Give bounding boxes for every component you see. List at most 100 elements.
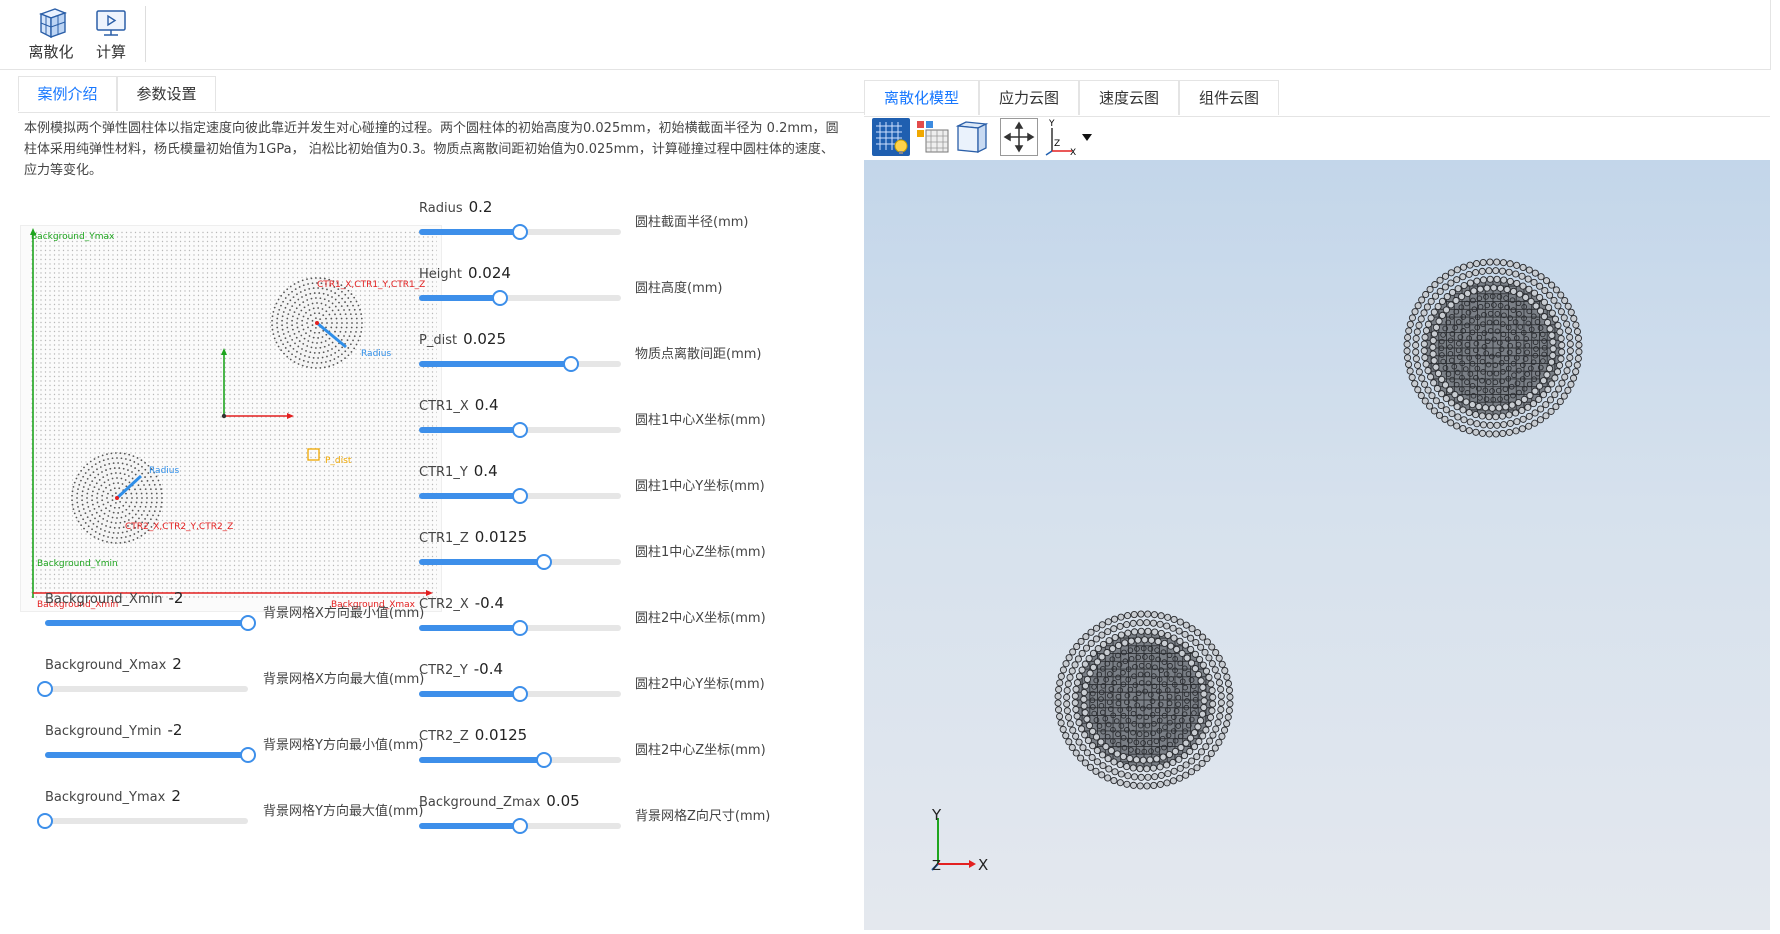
particle bbox=[1099, 762, 1107, 770]
box-view-icon[interactable] bbox=[952, 118, 990, 156]
slider-height[interactable] bbox=[419, 290, 621, 306]
particle bbox=[1068, 667, 1076, 675]
particle bbox=[1456, 395, 1464, 403]
tab-velocity-contour[interactable]: 速度云图 bbox=[1079, 80, 1179, 115]
param-value: -0.4 bbox=[473, 660, 504, 678]
particle-dot bbox=[340, 305, 343, 308]
slider-background-zmax[interactable] bbox=[419, 818, 621, 834]
particle bbox=[1197, 748, 1206, 756]
particle bbox=[1561, 373, 1569, 381]
slider-ctr2-x[interactable] bbox=[419, 620, 621, 636]
slider-fill bbox=[419, 229, 520, 235]
slider-ctr2-y[interactable] bbox=[419, 686, 621, 702]
particle bbox=[1059, 725, 1067, 733]
particle bbox=[1499, 259, 1508, 267]
slider-handle[interactable] bbox=[512, 818, 528, 834]
slider-radius[interactable] bbox=[419, 224, 621, 240]
slider-background-ymax[interactable] bbox=[37, 813, 248, 829]
particle-dot bbox=[305, 332, 307, 335]
particle bbox=[1525, 266, 1533, 274]
particle-dot bbox=[89, 533, 92, 536]
particle-dot bbox=[302, 328, 305, 331]
particle bbox=[1525, 422, 1533, 430]
particle bbox=[1129, 619, 1137, 627]
particle-dot bbox=[120, 516, 123, 519]
particle-dot bbox=[107, 536, 109, 538]
particle bbox=[1535, 395, 1543, 403]
particle-dot bbox=[310, 297, 313, 300]
slider-handle[interactable] bbox=[536, 554, 553, 570]
slider-ctr1-y[interactable] bbox=[419, 488, 621, 504]
slider-handle[interactable] bbox=[512, 686, 528, 702]
particle-dot bbox=[140, 501, 143, 504]
particle-dot bbox=[146, 514, 149, 517]
fit-view-icon[interactable] bbox=[1000, 118, 1038, 156]
compute-button[interactable]: 计算 bbox=[84, 4, 138, 64]
tab-param-settings[interactable]: 参数设置 bbox=[117, 76, 216, 111]
param-value: 2 bbox=[172, 655, 182, 673]
particle bbox=[1493, 421, 1501, 429]
particle-dot bbox=[346, 339, 349, 342]
particle-dot bbox=[157, 479, 160, 482]
grid-bulb-icon[interactable] bbox=[872, 118, 910, 156]
particle bbox=[1203, 638, 1211, 646]
particle bbox=[1110, 758, 1118, 766]
slider-handle[interactable] bbox=[512, 488, 528, 504]
left-tabbar: 案例介绍 参数设置 bbox=[18, 76, 864, 113]
slider-handle[interactable] bbox=[536, 752, 553, 768]
particle bbox=[1055, 706, 1063, 714]
particle-dot bbox=[109, 489, 112, 492]
particle bbox=[1157, 771, 1165, 779]
slider-background-xmax[interactable] bbox=[37, 681, 248, 697]
particle-dot bbox=[105, 507, 107, 510]
tab-stress-contour[interactable]: 应力云图 bbox=[979, 80, 1079, 115]
tab-case-intro[interactable]: 案例介绍 bbox=[18, 76, 117, 111]
tab-component-contour[interactable]: 组件云图 bbox=[1179, 80, 1279, 115]
slider-background-ymin[interactable] bbox=[45, 747, 256, 763]
slider-ctr1-z[interactable] bbox=[419, 554, 621, 570]
particle bbox=[1124, 612, 1132, 620]
particle bbox=[1481, 404, 1490, 412]
slider-handle[interactable] bbox=[37, 681, 53, 697]
slider-handle[interactable] bbox=[491, 290, 508, 306]
particle-dot bbox=[312, 287, 315, 290]
axes-dropdown[interactable]: Y Z X bbox=[1042, 118, 1098, 158]
particle bbox=[1192, 638, 1200, 647]
param-name: P_dist bbox=[419, 333, 458, 348]
particle bbox=[1536, 382, 1544, 390]
particle-dot bbox=[360, 326, 363, 329]
particle-dot bbox=[314, 317, 317, 320]
discretize-button[interactable]: 离散化 bbox=[24, 4, 78, 64]
view-toolbar: Y Z X bbox=[864, 116, 1770, 160]
particle-dot bbox=[144, 532, 146, 535]
mesh-color-icon[interactable] bbox=[914, 118, 952, 156]
particle-dot bbox=[287, 313, 290, 316]
param-description: 背景网格Y方向最小值(mm) bbox=[263, 738, 424, 753]
slider-handle[interactable] bbox=[240, 615, 256, 631]
particle bbox=[1421, 333, 1429, 341]
particle-dot bbox=[323, 298, 326, 301]
slider-handle[interactable] bbox=[562, 356, 579, 372]
slider-handle[interactable] bbox=[240, 747, 256, 763]
slider-handle[interactable] bbox=[512, 422, 528, 438]
particle bbox=[1473, 260, 1481, 268]
particle-dot bbox=[102, 503, 105, 506]
param-label-ctr1-z: CTR1_Z 0.0125 bbox=[419, 528, 527, 546]
particle-dot bbox=[339, 313, 342, 316]
slider-p-dist[interactable] bbox=[419, 356, 621, 372]
slider-background-xmin[interactable] bbox=[45, 615, 256, 631]
particle bbox=[1454, 413, 1462, 421]
particle-dot bbox=[80, 469, 83, 472]
slider-ctr1-x[interactable] bbox=[419, 422, 621, 438]
particle-dot bbox=[292, 296, 295, 298]
particle-dot bbox=[160, 501, 163, 504]
slider-handle[interactable] bbox=[37, 813, 53, 829]
tab-discrete-model[interactable]: 离散化模型 bbox=[864, 80, 979, 115]
slider-handle[interactable] bbox=[512, 224, 528, 240]
particle bbox=[1543, 371, 1551, 379]
particle-dot bbox=[340, 317, 343, 320]
particle-dot bbox=[128, 512, 131, 515]
model-viewport[interactable]: Y Z X bbox=[864, 160, 1770, 930]
slider-ctr2-z[interactable] bbox=[419, 752, 621, 768]
slider-handle[interactable] bbox=[512, 620, 528, 636]
